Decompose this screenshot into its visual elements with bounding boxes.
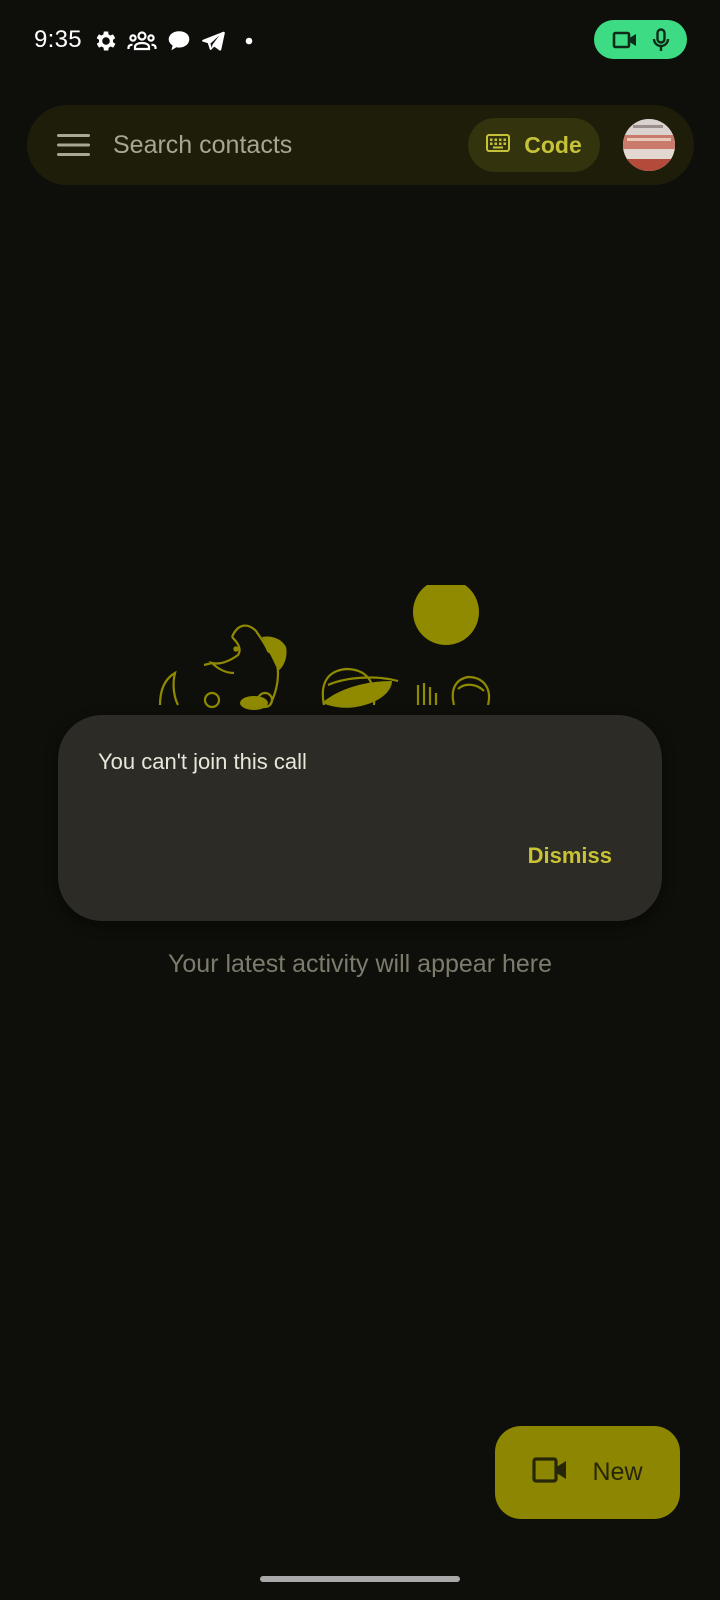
status-bar: 9:35	[0, 0, 720, 84]
empty-state-message: Your latest activity will appear here	[168, 950, 552, 978]
search-bar: Code	[27, 105, 694, 185]
screen: 9:35 Search contacts Code Your latest ac…	[0, 0, 720, 1600]
menu-icon[interactable]	[57, 133, 90, 157]
home-indicator[interactable]	[260, 1576, 460, 1582]
people-icon	[127, 28, 157, 54]
code-button-label: Code	[524, 131, 582, 158]
ongoing-call-chip[interactable]	[594, 20, 687, 59]
chat-bubble-icon	[166, 28, 192, 54]
empty-state-illustration	[150, 579, 530, 715]
microphone-icon	[652, 27, 670, 52]
new-call-button[interactable]: New	[495, 1426, 680, 1519]
telegram-icon	[200, 28, 226, 54]
error-snackbar: You can't join this call Dismiss	[58, 715, 662, 921]
dot-icon	[244, 28, 254, 54]
gear-icon	[93, 28, 119, 54]
code-button[interactable]: Code	[468, 118, 600, 172]
search-input[interactable]	[113, 125, 453, 165]
video-camera-icon	[612, 30, 638, 50]
status-time: 9:35	[34, 26, 82, 53]
dismiss-button[interactable]: Dismiss	[528, 843, 612, 869]
avatar[interactable]	[623, 119, 675, 171]
new-call-label: New	[592, 1458, 643, 1486]
snackbar-message: You can't join this call	[98, 749, 307, 774]
video-camera-icon	[532, 1456, 568, 1489]
keyboard-icon	[486, 133, 511, 157]
